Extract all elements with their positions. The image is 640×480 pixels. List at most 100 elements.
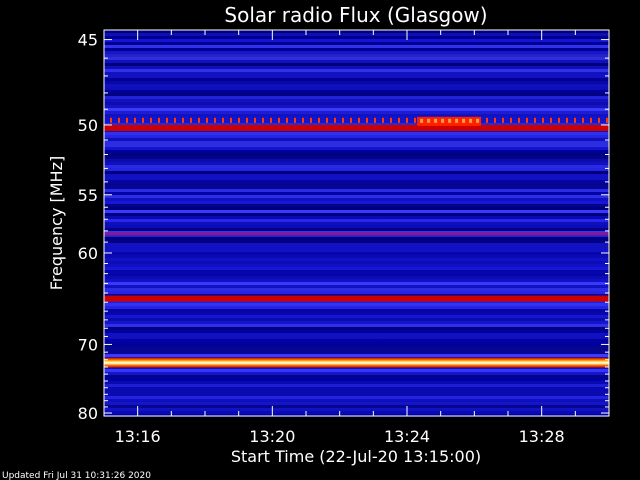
spectrogram-row: [104, 42, 609, 45]
spike-mark: [214, 117, 216, 123]
spike-mark: [318, 117, 320, 123]
spectrogram-row: [104, 273, 609, 276]
spike-mark: [350, 117, 352, 123]
spectrogram-row: [104, 81, 609, 84]
spectrogram-figure: 45 50 55 60 70 80 13:16 13:20 13:24 13:28 Solar …: [2, 3, 610, 480]
spectrogram-row: [104, 108, 609, 111]
spectrogram-row: [104, 408, 609, 411]
spectrogram-row: [104, 246, 609, 249]
spike-mark: [150, 117, 152, 123]
spectrogram-row: [104, 111, 609, 114]
spectrogram-row: [104, 393, 609, 396]
spectrogram-row: [104, 219, 609, 222]
band-strong: [104, 295, 609, 302]
spike-mark: [246, 117, 248, 123]
spectrogram-row: [104, 252, 609, 255]
spectrogram-row: [104, 51, 609, 54]
spectrogram-row: [104, 117, 609, 120]
spike-mark: [502, 117, 504, 123]
y-axis-label: Frequency [MHz]: [47, 156, 66, 290]
spectrogram-row: [104, 306, 609, 309]
spike-mark: [110, 117, 112, 123]
spectrogram-row: [104, 120, 609, 123]
spectrogram-row: [104, 333, 609, 336]
spectrogram-row: [104, 147, 609, 150]
spectrogram-row: [104, 114, 609, 117]
spectrogram-row: [104, 54, 609, 57]
spike-mark: [486, 117, 488, 123]
spectrogram-row: [104, 258, 609, 261]
spike-mark: [254, 117, 256, 123]
spectrogram-row: [104, 105, 609, 108]
spectrogram-row: [104, 198, 609, 201]
spectrogram-row: [104, 390, 609, 393]
spectrogram-row: [104, 102, 609, 105]
spectrogram-row: [104, 327, 609, 330]
spectrogram-row: [104, 201, 609, 204]
spectrogram-row: [104, 261, 609, 264]
spike-mark: [358, 117, 360, 123]
spectrogram-row: [104, 36, 609, 39]
spectrogram-row: [104, 96, 609, 99]
spectrogram-row: [104, 279, 609, 282]
burst-highlight: [434, 118, 438, 123]
spike-mark: [494, 117, 496, 123]
spectrogram-row: [104, 309, 609, 312]
spectrogram-row: [104, 303, 609, 306]
spike-mark: [510, 117, 512, 123]
spectrogram-row: [104, 135, 609, 138]
spectrogram-row: [104, 141, 609, 144]
spectrogram-row: [104, 216, 609, 219]
spectrogram-row: [104, 372, 609, 375]
plot-area: [104, 30, 609, 417]
y-tick-label: 45: [78, 31, 98, 50]
spectrogram-row: [104, 165, 609, 168]
x-tick-label: 13:24: [384, 427, 430, 446]
spectrogram-row: [104, 267, 609, 270]
spectrogram-row: [104, 339, 609, 342]
spectrogram-row: [104, 195, 609, 198]
spectrogram-row: [104, 93, 609, 96]
spectrogram-row: [104, 402, 609, 405]
spectrogram-row: [104, 45, 609, 48]
spike-mark: [238, 117, 240, 123]
y-tick-label: 50: [78, 116, 98, 135]
spectrogram-row: [104, 60, 609, 63]
spike-mark: [190, 117, 192, 123]
spectrogram-row: [104, 330, 609, 333]
spectrogram-row: [104, 159, 609, 162]
burst-highlight: [469, 118, 473, 123]
spectrogram-row: [104, 69, 609, 72]
spectrogram-row: [104, 144, 609, 147]
spike-mark: [566, 117, 568, 123]
y-tick-label: 80: [78, 404, 98, 423]
spike-mark: [126, 117, 128, 123]
spectrogram-row: [104, 171, 609, 174]
burst-highlight: [441, 118, 445, 123]
spectrogram-row: [104, 156, 609, 159]
y-tick-label: 60: [78, 244, 98, 263]
spectrogram-row: [104, 411, 609, 414]
spectrogram-row: [104, 240, 609, 243]
spectrogram-row: [104, 177, 609, 180]
spike-mark: [278, 117, 280, 123]
y-tick-label: 70: [78, 335, 98, 354]
spike-mark: [518, 117, 520, 123]
spectrogram-row: [104, 345, 609, 348]
spectrogram-row: [104, 405, 609, 408]
spectrogram-row: [104, 282, 609, 285]
burst-highlight: [462, 118, 466, 123]
band-weak: [104, 232, 609, 236]
spectrogram-row: [104, 276, 609, 279]
spectrogram-row: [104, 312, 609, 315]
spectrogram-row: [104, 249, 609, 252]
spectrogram-row: [104, 75, 609, 78]
burst-highlight: [448, 118, 452, 123]
burst-highlight: [420, 118, 424, 123]
spectrogram-row: [104, 33, 609, 36]
spectrogram-row: [104, 66, 609, 69]
spectrogram-row: [104, 354, 609, 357]
spike-mark: [406, 117, 408, 123]
spectrogram-row: [104, 207, 609, 210]
spectrogram-row: [104, 132, 609, 135]
